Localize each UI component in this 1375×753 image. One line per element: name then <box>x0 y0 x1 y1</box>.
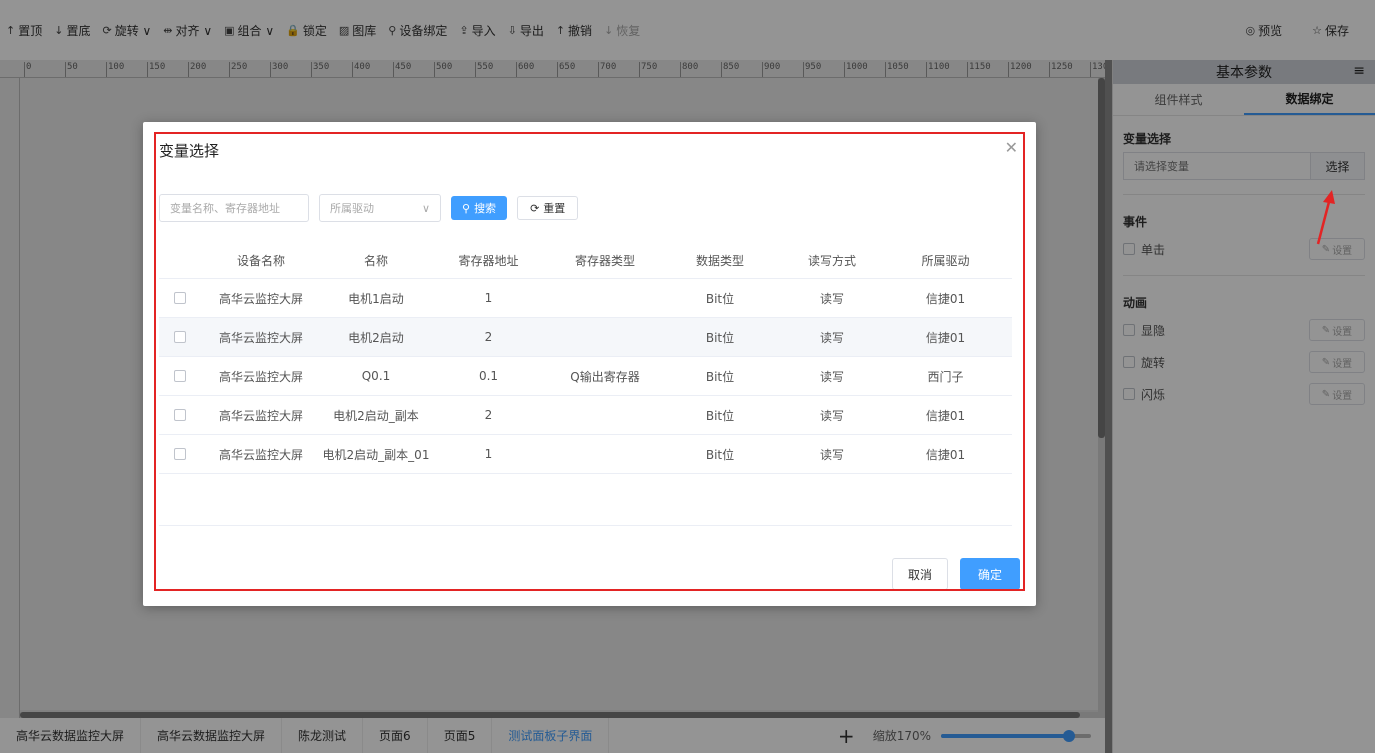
table-cell: Bit位 <box>705 291 735 306</box>
cancel-button[interactable]: 取消 <box>892 558 948 590</box>
table-cell: 电机2启动 <box>348 330 404 345</box>
row-checkbox-cell <box>159 448 201 460</box>
table-cell: 读写 <box>819 408 844 423</box>
close-icon[interactable]: ✕ <box>1005 138 1018 157</box>
row-checkbox-cell <box>159 331 201 343</box>
confirm-button[interactable]: 确定 <box>960 558 1020 590</box>
table-cell: 电机2启动_副本 <box>333 408 419 423</box>
table-cell: 1 <box>484 291 493 305</box>
table-row[interactable]: 高华云监控大屏 电机1启动 1 Bit位 读写 信捷01 <box>159 279 1012 318</box>
chevron-down-icon: ∨ <box>421 201 430 215</box>
search-icon: ⚲ <box>462 201 471 215</box>
row-checkbox[interactable] <box>174 331 186 343</box>
row-checkbox[interactable] <box>174 448 186 460</box>
row-checkbox[interactable] <box>174 292 186 304</box>
table-cell: 西门子 <box>927 369 964 384</box>
refresh-icon: ⟳ <box>530 201 540 215</box>
table-cell: 2 <box>484 408 493 422</box>
column-header: 寄存器地址 <box>458 253 519 268</box>
column-header: 设备名称 <box>236 253 285 268</box>
table-cell: Bit位 <box>705 447 735 462</box>
row-checkbox-cell <box>159 292 201 304</box>
table-cell: 信捷01 <box>925 408 966 423</box>
table-row[interactable]: 高华云监控大屏 电机2启动 2 Bit位 读写 信捷01 <box>159 318 1012 357</box>
table-cell: 电机1启动 <box>348 291 404 306</box>
table-cell: 信捷01 <box>925 447 966 462</box>
row-checkbox[interactable] <box>174 409 186 421</box>
table-cell: 电机2启动_副本_01 <box>322 447 430 462</box>
column-header: 读写方式 <box>807 253 856 268</box>
table-cell: 读写 <box>819 447 844 462</box>
table-header: 设备名称 名称 寄存器地址 寄存器类型 数据类型 读写方式 所属驱动 <box>159 242 1012 279</box>
table-cell: 信捷01 <box>925 291 966 306</box>
table-cell: Q输出寄存器 <box>570 369 640 384</box>
row-checkbox[interactable] <box>174 370 186 382</box>
table-row[interactable]: 高华云监控大屏 电机2启动_副本_01 1 Bit位 读写 信捷01 <box>159 435 1012 474</box>
table-row[interactable]: 高华云监控大屏 电机2启动_副本 2 Bit位 读写 信捷01 <box>159 396 1012 435</box>
column-header: 所属驱动 <box>921 253 970 268</box>
search-input[interactable]: 变量名称、寄存器地址 <box>159 194 309 222</box>
table-cell: Bit位 <box>705 408 735 423</box>
table-cell: 0.1 <box>478 369 499 383</box>
row-checkbox-cell <box>159 409 201 421</box>
table-cell: 信捷01 <box>925 330 966 345</box>
table-bottom-divider <box>159 525 1012 526</box>
row-checkbox-cell <box>159 370 201 382</box>
filter-row: 变量名称、寄存器地址 所属驱动 ∨ ⚲ 搜索 ⟳ 重置 <box>159 194 579 222</box>
table-cell: 读写 <box>819 291 844 306</box>
table-cell: Q0.1 <box>361 369 391 383</box>
dialog-title: 变量选择 <box>159 142 220 160</box>
table-cell: 高华云监控大屏 <box>218 291 303 306</box>
table-cell: 高华云监控大屏 <box>218 447 303 462</box>
column-header: 名称 <box>363 253 388 268</box>
table-cell: 1 <box>484 447 493 461</box>
table-cell: 读写 <box>819 330 844 345</box>
dialog-footer: 取消 确定 <box>892 558 1020 590</box>
driver-select[interactable]: 所属驱动 ∨ <box>319 194 441 222</box>
variable-select-dialog: 变量选择 ✕ 变量名称、寄存器地址 所属驱动 ∨ ⚲ 搜索 ⟳ 重置 设备名称 名称 寄存… <box>143 122 1036 606</box>
table-cell: 2 <box>484 330 493 344</box>
column-header: 寄存器类型 <box>574 253 635 268</box>
table-cell: Bit位 <box>705 369 735 384</box>
search-button[interactable]: ⚲ 搜索 <box>451 196 508 220</box>
column-header: 数据类型 <box>695 253 744 268</box>
table-cell: 高华云监控大屏 <box>218 369 303 384</box>
table-row[interactable]: 高华云监控大屏 Q0.1 0.1 Q输出寄存器 Bit位 读写 西门子 <box>159 357 1012 396</box>
table-cell: 高华云监控大屏 <box>218 408 303 423</box>
variable-table: 设备名称 名称 寄存器地址 寄存器类型 数据类型 读写方式 所属驱动高华云监控大屏 电机1启动… <box>159 242 1012 474</box>
table-cell: 读写 <box>819 369 844 384</box>
table-cell: Bit位 <box>705 330 735 345</box>
table-cell: 高华云监控大屏 <box>218 330 303 345</box>
annotation-arrow-icon <box>1316 190 1335 245</box>
reset-button[interactable]: ⟳ 重置 <box>517 196 579 220</box>
